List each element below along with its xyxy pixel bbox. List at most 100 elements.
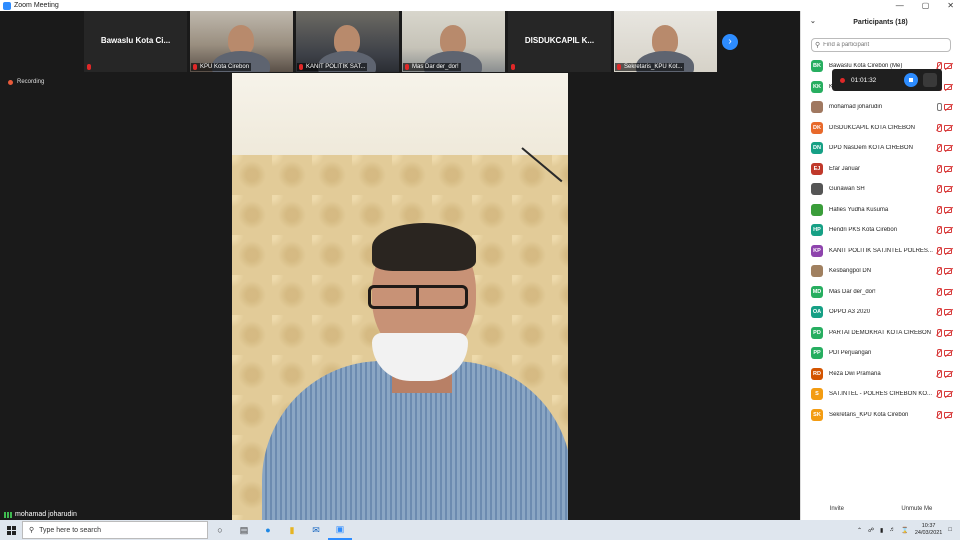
mic-muted-icon[interactable] [935, 369, 942, 378]
video-thumbnail[interactable]: Sekretaris_KPU Kot... [614, 11, 717, 72]
avatar [811, 101, 823, 114]
camera-off-icon[interactable] [944, 206, 952, 213]
video-thumbnail[interactable]: Bawaslu Kota Ci... [84, 11, 187, 72]
camera-off-icon[interactable] [944, 124, 952, 131]
participant-row[interactable]: Gunawan SH [801, 179, 960, 200]
camera-off-icon[interactable] [944, 350, 952, 356]
muted-mic-icon [405, 64, 409, 70]
camera-off-icon[interactable] [944, 145, 952, 151]
thumbnail-label: KANIT POLITIK SAT... [297, 63, 368, 71]
participant-name: Kesbangpol DN [829, 268, 872, 275]
maximize-button[interactable]: ▢ [922, 0, 930, 11]
participant-name: PDI Perjuangan [829, 350, 872, 357]
mic-muted-icon[interactable] [935, 390, 942, 398]
participant-list: BKBawaslu Kota Cirebon (Me)KKKPU Kota Ci… [801, 56, 960, 425]
stop-recording-button[interactable] [904, 73, 918, 87]
start-button[interactable] [0, 520, 22, 540]
clock[interactable]: 10:37 24/03/2021 [915, 523, 943, 537]
camera-off-icon[interactable] [944, 83, 952, 90]
camera-off-icon[interactable] [944, 268, 952, 274]
collapse-chevron-icon[interactable]: ⌄ [810, 17, 816, 25]
search-icon: ⚲ [29, 527, 35, 534]
active-speaker-video[interactable] [232, 73, 568, 520]
camera-off-icon[interactable] [944, 329, 952, 336]
camera-off-icon[interactable] [944, 309, 952, 315]
network-icon[interactable]: ☍ [868, 527, 874, 534]
participant-row[interactable]: EJ Efar Januar [801, 159, 960, 180]
mic-muted-icon[interactable] [935, 308, 942, 316]
volume-icon[interactable]: ♬ [889, 527, 895, 533]
camera-off-icon[interactable] [944, 227, 952, 233]
mic-muted-icon[interactable] [935, 123, 942, 132]
mic-muted-icon[interactable] [935, 185, 942, 193]
recording-dot-icon [840, 77, 845, 83]
language-icon[interactable]: ⌛ [901, 527, 908, 534]
zoom-taskbar-icon[interactable]: ▣ [328, 520, 352, 540]
mic-muted-icon[interactable] [935, 410, 942, 419]
battery-icon[interactable]: ▮ [880, 527, 883, 534]
mic-muted-icon[interactable] [935, 287, 942, 296]
mic-muted-icon[interactable] [935, 164, 942, 173]
participant-name: Gunawan SH [829, 186, 865, 193]
participant-search-input[interactable] [823, 42, 944, 48]
mic-muted-icon[interactable] [935, 246, 942, 255]
camera-off-icon[interactable] [944, 370, 952, 377]
unmute-me-button[interactable]: Unmute Me [901, 506, 932, 512]
participant-row[interactable]: DK DISDUKCAPIL KOTA CIREBON [801, 118, 960, 139]
participant-row[interactable]: OA OPPO A3 2020 [801, 302, 960, 323]
mute-toggle-button[interactable] [923, 73, 937, 87]
speaker-glasses [368, 285, 468, 309]
video-thumbnail[interactable]: Mas Dar der_dor! [402, 11, 505, 72]
participant-row[interactable]: SK Sekretaris_KPU Kota Cirebon [801, 405, 960, 426]
camera-off-icon[interactable] [944, 104, 952, 110]
participant-row[interactable]: PD PARTAI DEMOKRAT KOTA CIREBON [801, 323, 960, 344]
system-tray: ⌃ ☍ ▮ ♬ ⌛ 10:37 24/03/2021 □ [857, 520, 952, 540]
invite-button[interactable]: Invite [830, 506, 844, 512]
muted-mic-icon [617, 64, 621, 70]
minimize-button[interactable]: — [896, 0, 904, 11]
task-view-icon[interactable]: ▤ [232, 520, 256, 540]
video-thumbnail[interactable]: KANIT POLITIK SAT... [296, 11, 399, 72]
camera-off-icon[interactable] [944, 288, 952, 295]
tray-chevron-icon[interactable]: ⌃ [857, 527, 862, 534]
participant-row[interactable]: DN DPD NasDem KOTA CIREBON [801, 138, 960, 159]
participant-row[interactable]: Hafies Yudha Kusuma [801, 200, 960, 221]
mic-muted-icon[interactable] [935, 328, 942, 337]
camera-off-icon[interactable] [944, 165, 952, 172]
search-icon: ⚲ [815, 42, 821, 49]
camera-off-icon[interactable] [944, 247, 952, 254]
edge-browser-icon[interactable]: ● [256, 520, 280, 540]
mic-muted-icon[interactable] [935, 144, 942, 152]
participant-row[interactable]: mohamad joharudin [801, 97, 960, 118]
mic-muted-icon[interactable] [935, 226, 942, 234]
signal-strength-icon [4, 511, 12, 518]
participant-row[interactable]: S SAT.INTEL - POLRES CIREBON KO... [801, 384, 960, 405]
cortana-icon[interactable]: ○ [208, 520, 232, 540]
video-thumbnail[interactable]: DISDUKCAPIL K... [508, 11, 611, 72]
mic-muted-icon[interactable] [935, 267, 942, 275]
close-button[interactable]: ✕ [947, 0, 954, 11]
participant-name: Hendri PKS Kota Cirebon [829, 227, 898, 234]
participant-row[interactable]: PP PDI Perjuangan [801, 343, 960, 364]
mic-muted-icon[interactable] [935, 349, 942, 357]
mail-icon[interactable]: ✉ [304, 520, 328, 540]
camera-off-icon[interactable] [944, 186, 952, 192]
participant-row[interactable]: RD Reza Dwi Pramana [801, 364, 960, 385]
notification-icon[interactable]: □ [948, 527, 952, 533]
camera-off-icon[interactable] [944, 63, 952, 69]
camera-off-icon[interactable] [944, 391, 952, 397]
participant-row[interactable]: Kesbangpol DN [801, 261, 960, 282]
camera-off-icon[interactable] [944, 411, 952, 418]
participant-row[interactable]: HP Hendri PKS Kota Cirebon [801, 220, 960, 241]
mic-muted-icon[interactable] [935, 205, 942, 214]
avatar: KK [811, 80, 823, 93]
thumbnail-label: Mas Dar der_dor! [403, 63, 461, 71]
participant-row[interactable]: MD Mas Dar der_dor! [801, 282, 960, 303]
mic-icon[interactable] [935, 103, 942, 111]
taskbar-search[interactable]: ⚲ Type here to search [22, 521, 208, 539]
participant-row[interactable]: KP KANIT POLITIK SAT.INTEL POLRES... [801, 241, 960, 262]
windows-taskbar: ⚲ Type here to search ○ ▤ ● ▮ ✉ ▣ ⌃ ☍ ▮ … [0, 520, 960, 540]
next-page-button[interactable]: › [722, 34, 738, 50]
video-thumbnail[interactable]: KPU Kota Cirebon [190, 11, 293, 72]
file-explorer-icon[interactable]: ▮ [280, 520, 304, 540]
